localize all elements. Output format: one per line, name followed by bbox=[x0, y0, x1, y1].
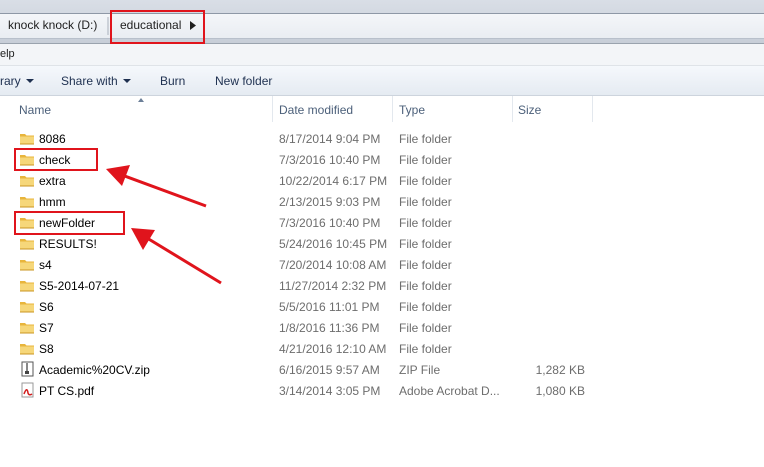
share-with-button[interactable]: Share with bbox=[61, 74, 131, 88]
file-type: File folder bbox=[399, 300, 452, 314]
column-header-date[interactable]: Date modified bbox=[279, 103, 353, 117]
file-type: Adobe Acrobat D... bbox=[399, 384, 500, 398]
file-row[interactable]: s4 7/20/2014 10:08 AM File folder bbox=[0, 254, 764, 275]
chevron-down-icon bbox=[25, 79, 34, 83]
file-name: Academic%20CV.zip bbox=[39, 363, 150, 377]
column-headers: Name Date modified Type Size bbox=[0, 96, 764, 122]
file-type: File folder bbox=[399, 195, 452, 209]
burn-button[interactable]: Burn bbox=[160, 74, 185, 88]
file-date-modified: 8/17/2014 9:04 PM bbox=[279, 132, 381, 146]
breadcrumb-drive[interactable]: knock knock (D:) bbox=[8, 18, 97, 32]
annotation-arrow-icon bbox=[131, 228, 222, 285]
file-row[interactable]: S8 4/21/2016 12:10 AM File folder bbox=[0, 338, 764, 359]
file-row[interactable]: RESULTS! 5/24/2016 10:45 PM File folder bbox=[0, 233, 764, 254]
folder-icon bbox=[19, 130, 35, 146]
file-type: File folder bbox=[399, 279, 452, 293]
column-header-type[interactable]: Type bbox=[399, 103, 425, 117]
file-type: File folder bbox=[399, 132, 452, 146]
file-name: s4 bbox=[39, 258, 52, 272]
file-date-modified: 4/21/2016 12:10 AM bbox=[279, 342, 387, 356]
command-bar: rary Share with Burn New folder bbox=[0, 66, 764, 96]
folder-icon bbox=[19, 256, 35, 272]
file-date-modified: 6/16/2015 9:57 AM bbox=[279, 363, 380, 377]
pdf-file-icon bbox=[19, 382, 35, 398]
menu-bar: elp bbox=[0, 44, 764, 66]
file-type: File folder bbox=[399, 258, 452, 272]
file-date-modified: 7/3/2016 10:40 PM bbox=[279, 216, 381, 230]
address-bar: knock knock (D:) educational bbox=[0, 0, 764, 44]
column-divider[interactable] bbox=[272, 96, 273, 122]
file-name: S5-2014-07-21 bbox=[39, 279, 120, 293]
folder-icon bbox=[19, 235, 35, 251]
folder-icon bbox=[19, 172, 35, 188]
file-type: File folder bbox=[399, 153, 452, 167]
file-type: File folder bbox=[399, 237, 452, 251]
share-with-label: Share with bbox=[61, 74, 118, 88]
file-row[interactable]: PT CS.pdf 3/14/2014 3:05 PM Adobe Acrobat … bbox=[0, 380, 764, 401]
file-date-modified: 7/3/2016 10:40 PM bbox=[279, 153, 381, 167]
column-divider[interactable] bbox=[392, 96, 393, 122]
file-name: S7 bbox=[39, 321, 54, 335]
file-type: File folder bbox=[399, 342, 452, 356]
file-type: File folder bbox=[399, 216, 452, 230]
file-name: PT CS.pdf bbox=[39, 384, 95, 398]
file-name: S8 bbox=[39, 342, 54, 356]
file-type: File folder bbox=[399, 321, 452, 335]
column-divider[interactable] bbox=[512, 96, 513, 122]
zip-file-icon bbox=[19, 361, 35, 377]
annotation-box-address bbox=[110, 10, 205, 44]
folder-icon bbox=[19, 319, 35, 335]
file-type: File folder bbox=[399, 174, 452, 188]
file-date-modified: 5/5/2016 11:01 PM bbox=[279, 300, 380, 314]
file-date-modified: 1/8/2016 11:36 PM bbox=[279, 321, 380, 335]
file-name: S6 bbox=[39, 300, 54, 314]
file-row[interactable]: S5-2014-07-21 11/27/2014 2:32 PM File fold… bbox=[0, 275, 764, 296]
file-row[interactable]: Academic%20CV.zip 6/16/2015 9:57 AM ZIP Fi… bbox=[0, 359, 764, 380]
file-row[interactable]: 8086 8/17/2014 9:04 PM File folder bbox=[0, 128, 764, 149]
file-date-modified: 10/22/2014 6:17 PM bbox=[279, 174, 388, 188]
file-row[interactable]: S7 1/8/2016 11:36 PM File folder bbox=[0, 317, 764, 338]
library-label: rary bbox=[0, 74, 21, 88]
include-in-library-button[interactable]: rary bbox=[0, 74, 34, 88]
file-name: RESULTS! bbox=[39, 237, 97, 251]
file-name: extra bbox=[39, 174, 66, 188]
file-date-modified: 2/13/2015 9:03 PM bbox=[279, 195, 381, 209]
file-size: 1,080 KB bbox=[535, 384, 585, 398]
new-folder-button[interactable]: New folder bbox=[215, 74, 272, 88]
annotation-box-check bbox=[14, 148, 98, 171]
file-date-modified: 5/24/2016 10:45 PM bbox=[279, 237, 388, 251]
file-name: 8086 bbox=[39, 132, 66, 146]
file-date-modified: 11/27/2014 2:32 PM bbox=[279, 279, 387, 293]
file-size: 1,282 KB bbox=[535, 363, 585, 377]
menu-help[interactable]: elp bbox=[0, 48, 15, 60]
file-type: ZIP File bbox=[399, 363, 441, 377]
column-header-name[interactable]: Name bbox=[19, 103, 51, 117]
file-date-modified: 7/20/2014 10:08 AM bbox=[279, 258, 387, 272]
file-date-modified: 3/14/2014 3:05 PM bbox=[279, 384, 381, 398]
file-row[interactable]: S6 5/5/2016 11:01 PM File folder bbox=[0, 296, 764, 317]
folder-icon bbox=[19, 298, 35, 314]
annotation-box-newfolder bbox=[14, 211, 125, 235]
folder-icon bbox=[19, 193, 35, 209]
column-header-size[interactable]: Size bbox=[518, 103, 541, 117]
annotation-arrow-icon bbox=[106, 165, 207, 208]
chevron-down-icon bbox=[122, 79, 131, 83]
sort-ascending-icon bbox=[138, 98, 144, 102]
file-name: hmm bbox=[39, 195, 66, 209]
column-divider[interactable] bbox=[592, 96, 593, 122]
folder-icon bbox=[19, 277, 35, 293]
folder-icon bbox=[19, 340, 35, 356]
